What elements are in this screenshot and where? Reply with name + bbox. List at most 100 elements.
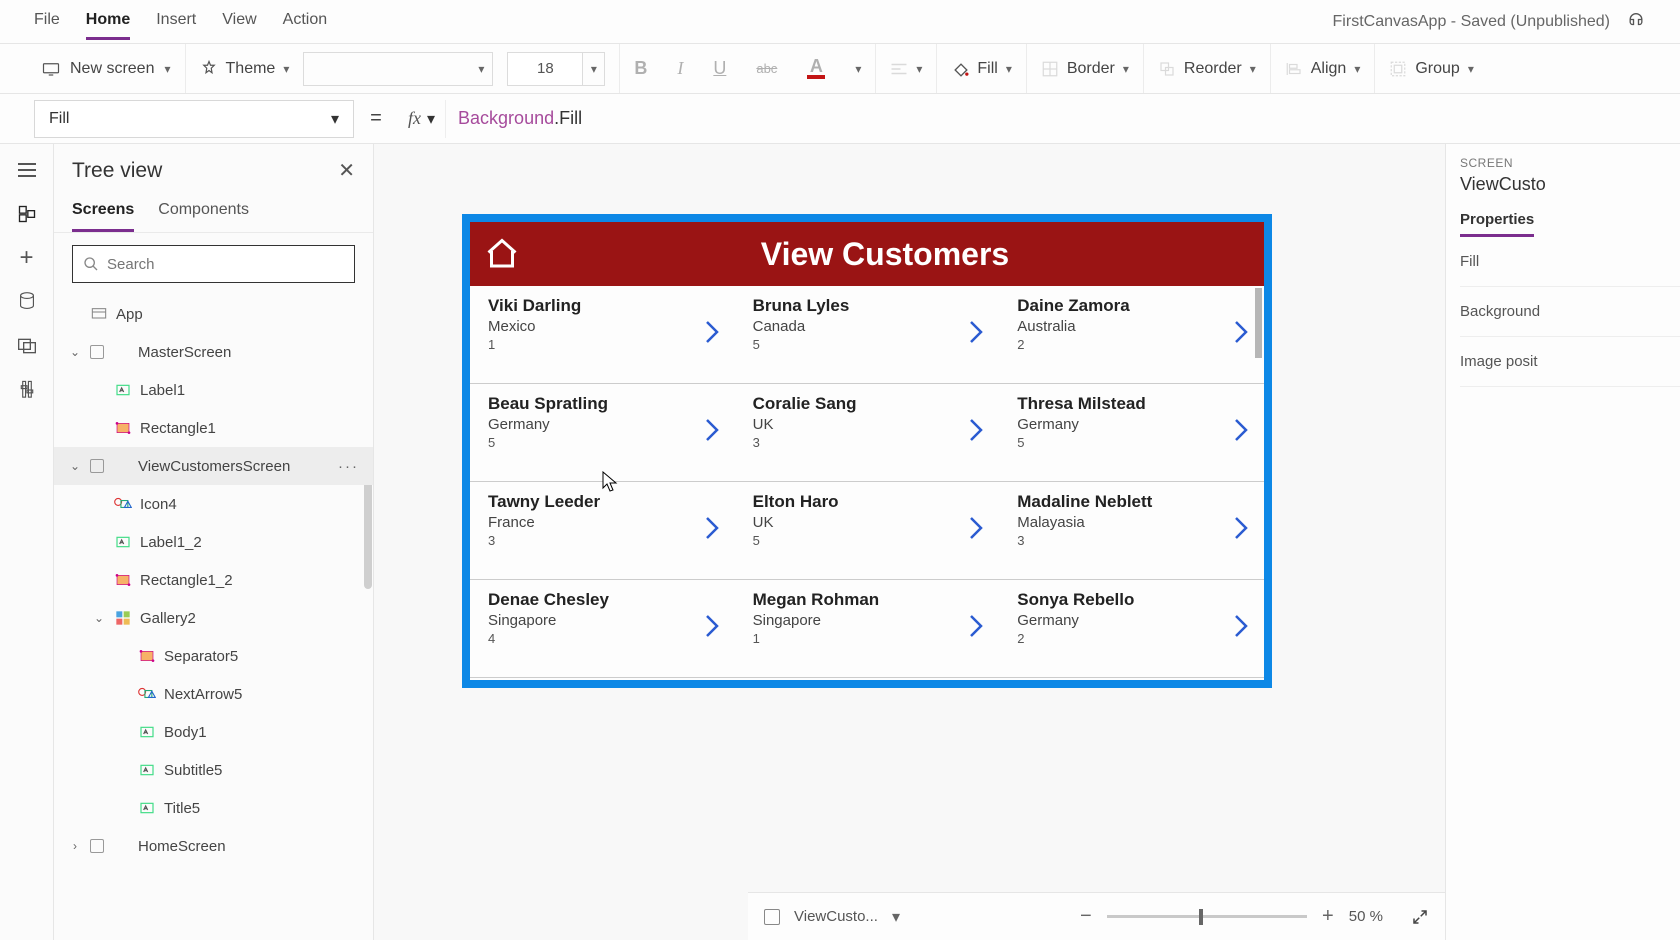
tree-item-icon4[interactable]: Icon4: [54, 485, 373, 523]
new-screen-button[interactable]: New screen ▾: [28, 44, 186, 93]
customer-item[interactable]: Sonya RebelloGermany2: [999, 580, 1264, 678]
customer-item[interactable]: Tawny LeederFrance3: [470, 482, 735, 580]
menu-home[interactable]: Home: [86, 3, 130, 40]
tree-item-body1[interactable]: Body1: [54, 713, 373, 751]
chevron-down-icon: ▾: [1354, 62, 1360, 76]
label-icon: [138, 723, 156, 741]
tree-title: Tree view: [72, 159, 162, 183]
underline-button[interactable]: U: [713, 58, 726, 79]
chevron-right-icon[interactable]: [1232, 318, 1250, 346]
customer-item[interactable]: Bruna LylesCanada5: [735, 286, 1000, 384]
prop-row-image-posit[interactable]: Image posit: [1460, 337, 1680, 387]
customer-item[interactable]: Denae ChesleySingapore4: [470, 580, 735, 678]
tree-view-icon[interactable]: [15, 202, 39, 226]
tree-item-separator5[interactable]: Separator5: [54, 637, 373, 675]
chevron-right-icon[interactable]: [967, 612, 985, 640]
theme-button[interactable]: Theme ▾: [200, 60, 290, 78]
canvas-header: View Customers: [470, 222, 1264, 286]
more-icon[interactable]: ···: [338, 458, 359, 475]
expand-icon[interactable]: [1411, 908, 1429, 926]
customer-gallery[interactable]: Viki DarlingMexico1Bruna LylesCanada5Dai…: [470, 286, 1264, 680]
border-button[interactable]: Border ▾: [1027, 44, 1144, 93]
tree-item-homescreen[interactable]: ›HomeScreen: [54, 827, 373, 865]
font-select[interactable]: ▾: [303, 52, 493, 86]
customer-item[interactable]: Megan RohmanSingapore1: [735, 580, 1000, 678]
chevron-right-icon[interactable]: [703, 318, 721, 346]
chevron-right-icon[interactable]: [1232, 612, 1250, 640]
chevron-right-icon[interactable]: [1232, 514, 1250, 542]
chevron-right-icon[interactable]: [703, 612, 721, 640]
chevron-right-icon[interactable]: [967, 318, 985, 346]
zoom-out-button[interactable]: −: [1077, 905, 1095, 928]
font-color-button[interactable]: A: [807, 59, 825, 79]
home-icon[interactable]: [484, 236, 520, 272]
menu-action[interactable]: Action: [283, 3, 327, 40]
prop-row-fill[interactable]: Fill: [1460, 237, 1680, 287]
chevron-right-icon[interactable]: [703, 514, 721, 542]
chevron-right-icon[interactable]: [703, 416, 721, 444]
tree-item-nextarrow5[interactable]: NextArrow5: [54, 675, 373, 713]
screen-checkbox[interactable]: [764, 909, 780, 925]
menu-insert[interactable]: Insert: [156, 3, 196, 40]
customer-item[interactable]: Beau SpratlingGermany5: [470, 384, 735, 482]
chevron-down-icon[interactable]: ▾: [892, 907, 900, 927]
customer-item[interactable]: Madaline NeblettMalayasia3: [999, 482, 1264, 580]
italic-button[interactable]: I: [677, 58, 683, 79]
tree-item-rectangle1_2[interactable]: Rectangle1_2: [54, 561, 373, 599]
customer-item[interactable]: Elton HaroUK5: [735, 482, 1000, 580]
customer-item[interactable]: Thresa MilsteadGermany5: [999, 384, 1264, 482]
canvas-title: View Customers: [520, 236, 1250, 273]
tab-properties[interactable]: Properties: [1460, 211, 1534, 237]
tree-item-title5[interactable]: Title5: [54, 789, 373, 827]
insert-icon[interactable]: +: [15, 246, 39, 270]
tree-item-label1[interactable]: Label1: [54, 371, 373, 409]
chevron-right-icon[interactable]: [1232, 416, 1250, 444]
property-select[interactable]: Fill ▾: [34, 100, 354, 138]
zoom-in-button[interactable]: +: [1319, 905, 1337, 928]
search-input[interactable]: [72, 245, 355, 283]
fx-button[interactable]: fx ▾: [398, 108, 445, 129]
customer-country: Mexico: [488, 318, 721, 335]
menu-view[interactable]: View: [222, 3, 256, 40]
menu-file[interactable]: File: [34, 3, 60, 40]
customer-item[interactable]: Daine ZamoraAustralia2: [999, 286, 1264, 384]
font-size-input[interactable]: 18 ▾: [507, 52, 605, 86]
tree-item-rectangle1[interactable]: Rectangle1: [54, 409, 373, 447]
tools-icon[interactable]: [15, 378, 39, 402]
customer-item[interactable]: Coralie SangUK3: [735, 384, 1000, 482]
customer-number: 5: [1017, 435, 1250, 450]
tab-components[interactable]: Components: [158, 195, 249, 232]
formula-input[interactable]: Background.Fill: [445, 100, 1680, 138]
help-icon[interactable]: [1626, 12, 1646, 32]
caret-icon: ⌄: [68, 459, 82, 473]
tree-item-masterscreen[interactable]: ⌄MasterScreen: [54, 333, 373, 371]
align-button[interactable]: Align ▾: [1271, 44, 1376, 93]
chevron-right-icon[interactable]: [967, 514, 985, 542]
tree-item-viewcustomersscreen[interactable]: ⌄ViewCustomersScreen···: [54, 447, 373, 485]
zoom-slider[interactable]: [1107, 915, 1307, 918]
reorder-button[interactable]: Reorder ▾: [1144, 44, 1271, 93]
bold-button[interactable]: B: [634, 58, 647, 79]
customer-name: Viki Darling: [488, 296, 721, 316]
text-align-button[interactable]: ▾: [876, 44, 937, 93]
breadcrumb[interactable]: ViewCusto...: [794, 908, 878, 925]
group-button[interactable]: Group ▾: [1375, 44, 1488, 93]
fill-button[interactable]: Fill ▾: [937, 44, 1026, 93]
data-icon[interactable]: [15, 290, 39, 314]
selected-screen[interactable]: View Customers Viki DarlingMexico1Bruna …: [462, 214, 1272, 688]
checkbox-icon: [90, 839, 104, 853]
customer-item[interactable]: Viki DarlingMexico1: [470, 286, 735, 384]
tab-screens[interactable]: Screens: [72, 195, 134, 232]
tree-item-gallery2[interactable]: ⌄Gallery2: [54, 599, 373, 637]
strike-button[interactable]: abc: [756, 61, 777, 76]
customer-country: Malayasia: [1017, 514, 1250, 531]
tree-item-subtitle5[interactable]: Subtitle5: [54, 751, 373, 789]
media-icon[interactable]: [15, 334, 39, 358]
tree-item-label1_2[interactable]: Label1_2: [54, 523, 373, 561]
close-icon[interactable]: ✕: [338, 158, 355, 183]
chevron-right-icon[interactable]: [967, 416, 985, 444]
label-icon: [138, 799, 156, 817]
tree-item-app[interactable]: App: [54, 295, 373, 333]
hamburger-icon[interactable]: [15, 158, 39, 182]
prop-row-background[interactable]: Background: [1460, 287, 1680, 337]
